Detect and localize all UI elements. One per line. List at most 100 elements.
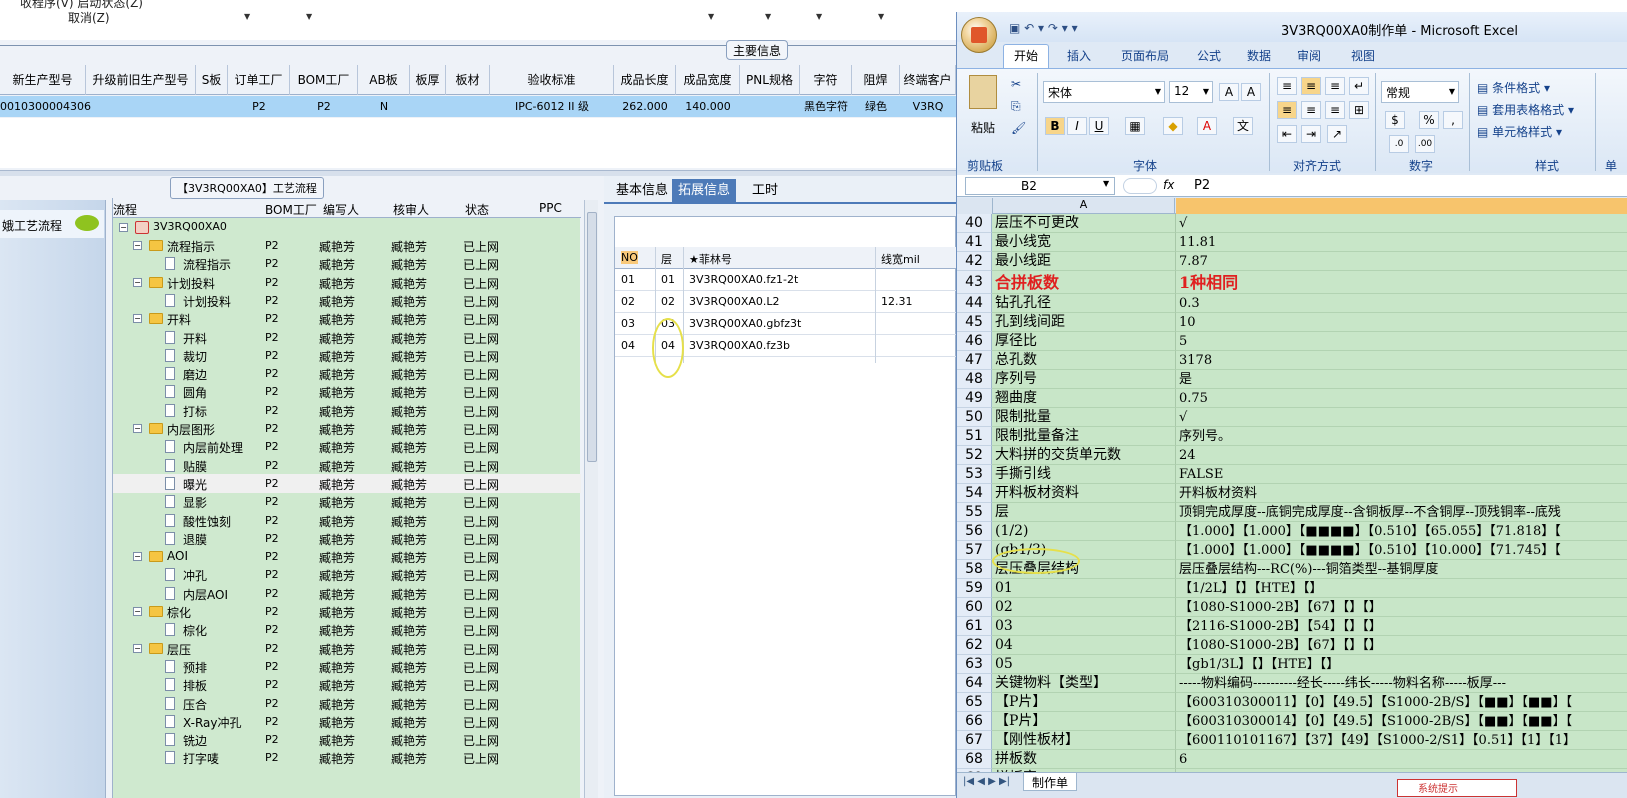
tree-row[interactable]: − 流程指示 P2 臧艳芳 臧艳芳 已上网 xyxy=(113,236,581,255)
row-number[interactable]: 63 xyxy=(957,655,992,674)
grid-col-header[interactable]: PNL规格 xyxy=(740,65,800,95)
align-middle-icon[interactable]: ≡ xyxy=(1301,77,1321,95)
cell-b[interactable]: 【1080-S1000-2B】【67】【】【】 xyxy=(1176,598,1627,617)
collapse-icon[interactable]: − xyxy=(133,241,142,250)
cell-a[interactable]: 大料拼的交货单元数 xyxy=(992,446,1176,465)
tree-row[interactable]: 打字唛 P2 臧艳芳 臧艳芳 已上网 xyxy=(113,748,581,767)
col-film[interactable]: ★菲林号 xyxy=(689,251,732,267)
grid-col-header[interactable]: 验收标准 xyxy=(490,65,614,95)
collapse-icon[interactable]: − xyxy=(133,552,142,562)
increase-decimal-icon[interactable]: .0 xyxy=(1389,135,1409,153)
tab-work-hours[interactable]: 工时 xyxy=(746,179,784,203)
column-a-header[interactable]: A xyxy=(992,198,1175,214)
grow-font-icon[interactable]: A xyxy=(1219,83,1239,101)
collapse-icon[interactable]: − xyxy=(133,643,142,653)
formula-input[interactable]: P2 xyxy=(1194,178,1210,193)
tab-basic-info[interactable]: 基本信息 xyxy=(610,179,674,203)
name-box[interactable]: B2 xyxy=(965,177,1115,195)
cell-a[interactable]: 手撕引线 xyxy=(992,465,1176,484)
cell-b[interactable]: 开料板材资料 xyxy=(1176,484,1627,503)
row-number[interactable]: 43 xyxy=(957,271,992,294)
film-row[interactable]: 02 02 3V3RQ00XA0.L2 12.31 xyxy=(615,291,956,313)
tree-row[interactable]: 排板 P2 臧艳芳 臧艳芳 已上网 xyxy=(113,675,581,694)
cell-b[interactable]: 【600310300014】【0】【49.5】【S1000-2B/S】【■■】【… xyxy=(1176,712,1627,731)
tree-row[interactable]: X-Ray冲孔 P2 臧艳芳 臧艳芳 已上网 xyxy=(113,712,581,731)
wrap-text-icon[interactable]: ↵ xyxy=(1349,77,1369,95)
cell-a[interactable]: 【P片】 xyxy=(992,693,1176,712)
cell-b[interactable]: 0.3 xyxy=(1176,294,1627,313)
row-number[interactable]: 52 xyxy=(957,446,992,465)
grid-col-header[interactable]: 成品长度 xyxy=(614,65,676,95)
shrink-font-icon[interactable]: A xyxy=(1241,83,1261,101)
grid-col-header[interactable]: 阻焊 xyxy=(852,65,900,95)
tree-row[interactable]: 铣边 P2 臧艳芳 臧艳芳 已上网 xyxy=(113,730,581,749)
cut-icon[interactable]: ✂ xyxy=(1011,77,1021,91)
chevron-down-icon[interactable]: ▼ xyxy=(878,12,884,21)
row-number[interactable]: 47 xyxy=(957,351,992,370)
tree-row[interactable]: 内层前处理 P2 臧艳芳 臧艳芳 已上网 xyxy=(113,437,581,456)
tree-row[interactable]: 压合 P2 臧艳芳 臧艳芳 已上网 xyxy=(113,694,581,713)
cell-b[interactable]: 3178 xyxy=(1176,351,1627,370)
cell-b[interactable]: 【1/2L】【】【HTE】【】 xyxy=(1176,579,1627,598)
row-number[interactable]: 59 xyxy=(957,579,992,598)
cell-b[interactable]: 5 xyxy=(1176,332,1627,351)
grid-col-header[interactable]: AB板 xyxy=(358,65,410,95)
row-number[interactable]: 58 xyxy=(957,560,992,579)
cell-b[interactable]: 【gb1/3L】【】【HTE】【】 xyxy=(1176,655,1627,674)
tree-row[interactable]: 计划投料 P2 臧艳芳 臧艳芳 已上网 xyxy=(113,291,581,310)
collapse-icon[interactable]: − xyxy=(133,424,142,433)
underline-icon[interactable]: U xyxy=(1089,117,1109,135)
align-center-icon[interactable]: ≡ xyxy=(1301,101,1321,119)
sheet-tab[interactable]: 制作单 xyxy=(1023,773,1078,791)
ribbon-tab[interactable]: 开始 xyxy=(1003,44,1050,68)
table-format-button[interactable]: ▤ 套用表格格式 ▾ xyxy=(1477,101,1574,118)
grid-col-header[interactable]: 板材 xyxy=(446,65,490,95)
tree-row[interactable]: 内层AOI P2 臧艳芳 臧艳芳 已上网 xyxy=(113,584,581,603)
row-number[interactable]: 62 xyxy=(957,636,992,655)
ribbon-tab[interactable]: 数据 xyxy=(1247,47,1271,64)
ribbon-tab[interactable]: 审阅 xyxy=(1297,47,1321,64)
align-bottom-icon[interactable]: ≡ xyxy=(1325,77,1345,95)
fx-icon[interactable]: fx xyxy=(1163,178,1174,192)
conditional-format-button[interactable]: ▤ 条件格式 ▾ xyxy=(1477,79,1550,96)
cell-a[interactable]: 层 xyxy=(992,503,1176,522)
col-flow[interactable]: 流程 xyxy=(113,201,137,218)
number-format-select[interactable]: 常规 ▼ xyxy=(1381,81,1459,103)
cell-b[interactable]: √ xyxy=(1176,214,1627,233)
tree-row[interactable]: 冲孔 P2 臧艳芳 臧艳芳 已上网 xyxy=(113,565,581,584)
chat-bubble-icon[interactable] xyxy=(75,215,99,231)
cell-b[interactable]: 6 xyxy=(1176,750,1627,769)
chevron-down-icon[interactable]: ▼ xyxy=(708,12,714,21)
phonetic-icon[interactable]: 文 xyxy=(1233,117,1253,135)
merge-icon[interactable]: ⊞ xyxy=(1349,101,1369,119)
row-number[interactable]: 67 xyxy=(957,731,992,750)
cell-a[interactable]: 拼板数 xyxy=(992,750,1176,769)
cell-a[interactable]: 01 xyxy=(992,579,1176,598)
col-ppc[interactable]: PPC xyxy=(539,201,562,215)
row-number[interactable]: 68 xyxy=(957,750,992,769)
cell-a[interactable]: 最小线距 xyxy=(992,252,1176,271)
row-number[interactable]: 55 xyxy=(957,503,992,522)
cell-a[interactable]: 限制批量 xyxy=(992,408,1176,427)
grid-col-header[interactable]: 字符 xyxy=(800,65,852,95)
cell-style-button[interactable]: ▤ 单元格样式 ▾ xyxy=(1477,123,1562,140)
tree-row[interactable]: 显影 P2 臧艳芳 臧艳芳 已上网 xyxy=(113,492,581,511)
row-number[interactable]: 57 xyxy=(957,541,992,560)
cell-a[interactable]: 总孔数 xyxy=(992,351,1176,370)
grid-col-header[interactable]: 终端客户 xyxy=(900,65,956,95)
cell-b[interactable]: 0.75 xyxy=(1176,389,1627,408)
tab-extended-info[interactable]: 拓展信息 xyxy=(672,179,737,203)
row-number[interactable]: 64 xyxy=(957,674,992,693)
cell-a[interactable]: (1/2) xyxy=(992,522,1176,541)
ribbon-tab[interactable]: 页面布局 xyxy=(1121,47,1169,64)
copy-icon[interactable]: ⎘ xyxy=(1011,99,1021,114)
cell-a[interactable]: 04 xyxy=(992,636,1176,655)
cell-a[interactable]: 序列号 xyxy=(992,370,1176,389)
align-left-icon[interactable]: ≡ xyxy=(1277,101,1297,119)
collapse-icon[interactable]: − xyxy=(133,277,142,287)
row-number[interactable]: 54 xyxy=(957,484,992,503)
comma-icon[interactable]: , xyxy=(1443,111,1463,129)
tree-row[interactable]: 打标 P2 臧艳芳 臧艳芳 已上网 xyxy=(113,401,581,420)
italic-icon[interactable]: I xyxy=(1067,117,1087,135)
cell-a[interactable]: 03 xyxy=(992,617,1176,636)
